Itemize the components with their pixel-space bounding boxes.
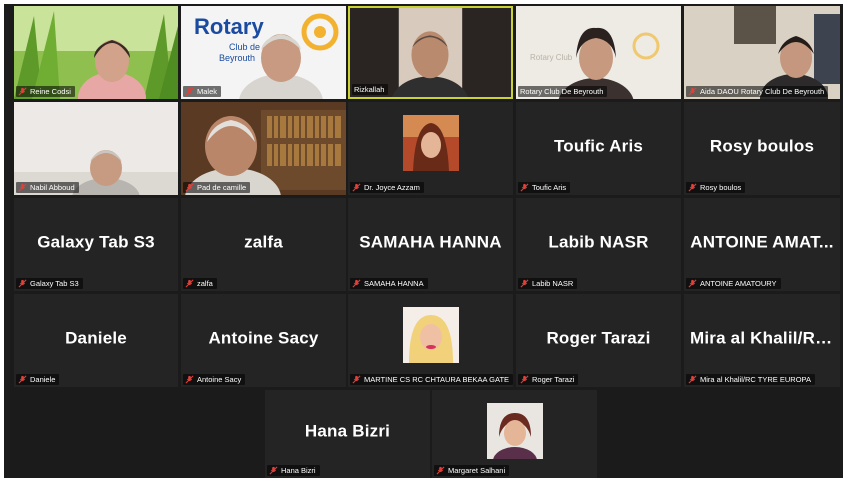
participant-label: Mira al Khalil/RC TYRE EUROPA <box>686 374 815 385</box>
participant-label: Malek <box>183 86 222 97</box>
participant-tile[interactable]: Nabil Abboud <box>14 102 178 195</box>
rotary-logo-text: Rotary Club <box>530 53 573 62</box>
participant-avatar <box>402 307 459 363</box>
participant-avatar <box>402 115 459 171</box>
participant-label: Rosy boulos <box>686 182 746 193</box>
participant-tile[interactable]: ANTOINE AMAT... ANTOINE AMATOURY <box>684 198 840 291</box>
microphone-muted-icon <box>352 183 361 192</box>
microphone-muted-icon <box>520 183 529 192</box>
microphone-muted-icon <box>688 183 697 192</box>
participant-display-name: ANTOINE AMAT... <box>690 232 834 252</box>
participant-tile[interactable]: Rotary Club de Beyrouth Malek <box>181 6 346 99</box>
participant-tile[interactable]: Pad de camille <box>181 102 346 195</box>
video-gallery: Reine Codsi Rotary Club de Beyrouth Male… <box>4 4 843 478</box>
participant-tile[interactable]: Labib NASR Labib NASR <box>516 198 681 291</box>
participant-label: Pad de camille <box>183 182 251 193</box>
participant-tile[interactable]: Daniele Daniele <box>14 294 178 387</box>
participant-label: Antoine Sacy <box>183 374 246 385</box>
participant-display-name: Toufic Aris <box>553 136 644 156</box>
participant-display-name: Daniele <box>65 328 127 348</box>
microphone-muted-icon <box>18 279 27 288</box>
participant-tile[interactable]: Reine Codsi <box>14 6 178 99</box>
microphone-muted-icon <box>688 279 697 288</box>
microphone-muted-icon <box>352 375 361 384</box>
participant-label: Daniele <box>16 374 60 385</box>
participant-display-name: Labib NASR <box>548 232 649 252</box>
participant-display-name: Mira al Khalil/RC... <box>690 328 840 348</box>
participant-tile[interactable]: Galaxy Tab S3 Galaxy Tab S3 <box>14 198 178 291</box>
participant-label: Galaxy Tab S3 <box>16 278 83 289</box>
participant-tile[interactable]: Aida DAOU Rotary Club De Beyrouth <box>684 6 840 99</box>
participant-label: Aida DAOU Rotary Club De Beyrouth <box>686 86 829 97</box>
participant-display-name: Antoine Sacy <box>208 328 319 348</box>
participant-label: Roger Tarazi <box>518 374 579 385</box>
participant-tile[interactable]: Rosy boulos Rosy boulos <box>684 102 840 195</box>
participant-label: Reine Codsi <box>16 86 75 97</box>
participant-tile[interactable]: Antoine Sacy Antoine Sacy <box>181 294 346 387</box>
participant-tile[interactable]: Toufic Aris Toufic Aris <box>516 102 681 195</box>
participant-display-name: Hana Bizri <box>304 421 391 441</box>
participant-label: Nabil Abboud <box>16 182 79 193</box>
participant-display-name: Rosy boulos <box>709 136 815 156</box>
microphone-muted-icon <box>269 466 278 475</box>
participant-label: Toufic Aris <box>518 182 571 193</box>
participant-label: zalfa <box>183 278 217 289</box>
microphone-muted-icon <box>352 279 361 288</box>
participant-tile[interactable]: Rotary Club Rotary Club De Beyrouth <box>516 6 681 99</box>
microphone-muted-icon <box>18 87 27 96</box>
participant-label: MARTINE CS RC CHTAURA BEKAA GATE <box>350 374 513 385</box>
participant-label: SAMAHA HANNA <box>350 278 428 289</box>
participant-label: Margaret Salhani <box>434 465 510 476</box>
microphone-muted-icon <box>688 375 697 384</box>
participant-label: ANTOINE AMATOURY <box>686 278 781 289</box>
participant-tile[interactable]: Roger Tarazi Roger Tarazi <box>516 294 681 387</box>
participant-tile[interactable]: zalfa zalfa <box>181 198 346 291</box>
participant-display-name: Roger Tarazi <box>546 328 651 348</box>
microphone-muted-icon <box>18 183 27 192</box>
participant-tile[interactable]: Margaret Salhani <box>432 390 597 478</box>
rotary-logo-text: Rotary <box>194 14 264 39</box>
microphone-muted-icon <box>436 466 445 475</box>
microphone-muted-icon <box>18 375 27 384</box>
participant-label: Dr. Joyce Azzam <box>350 182 424 193</box>
participant-tile[interactable]: Hana Bizri Hana Bizri <box>265 390 430 478</box>
microphone-muted-icon <box>185 183 194 192</box>
participant-tile[interactable]: Mira al Khalil/RC... Mira al Khalil/RC T… <box>684 294 840 387</box>
participant-label: Labib NASR <box>518 278 578 289</box>
participant-label: Hana Bizri <box>267 465 320 476</box>
microphone-muted-icon <box>688 87 697 96</box>
participant-display-name: Galaxy Tab S3 <box>37 232 155 252</box>
microphone-muted-icon <box>185 279 194 288</box>
participant-tile[interactable]: SAMAHA HANNA SAMAHA HANNA <box>348 198 513 291</box>
microphone-muted-icon <box>185 87 194 96</box>
microphone-muted-icon <box>520 279 529 288</box>
participant-tile[interactable]: Rizkallah <box>348 6 513 99</box>
microphone-muted-icon <box>185 375 194 384</box>
rotary-logo-subtitle: Club de <box>229 42 261 52</box>
participant-tile[interactable]: Dr. Joyce Azzam <box>348 102 513 195</box>
participant-label: Rizkallah <box>352 84 389 95</box>
microphone-muted-icon <box>520 375 529 384</box>
participant-tile[interactable]: MARTINE CS RC CHTAURA BEKAA GATE <box>348 294 513 387</box>
participant-display-name: SAMAHA HANNA <box>359 232 502 252</box>
rotary-logo-subtitle: Beyrouth <box>219 53 256 63</box>
participant-label: Rotary Club De Beyrouth <box>518 86 608 97</box>
participant-avatar <box>486 403 543 459</box>
participant-display-name: zalfa <box>244 232 283 252</box>
